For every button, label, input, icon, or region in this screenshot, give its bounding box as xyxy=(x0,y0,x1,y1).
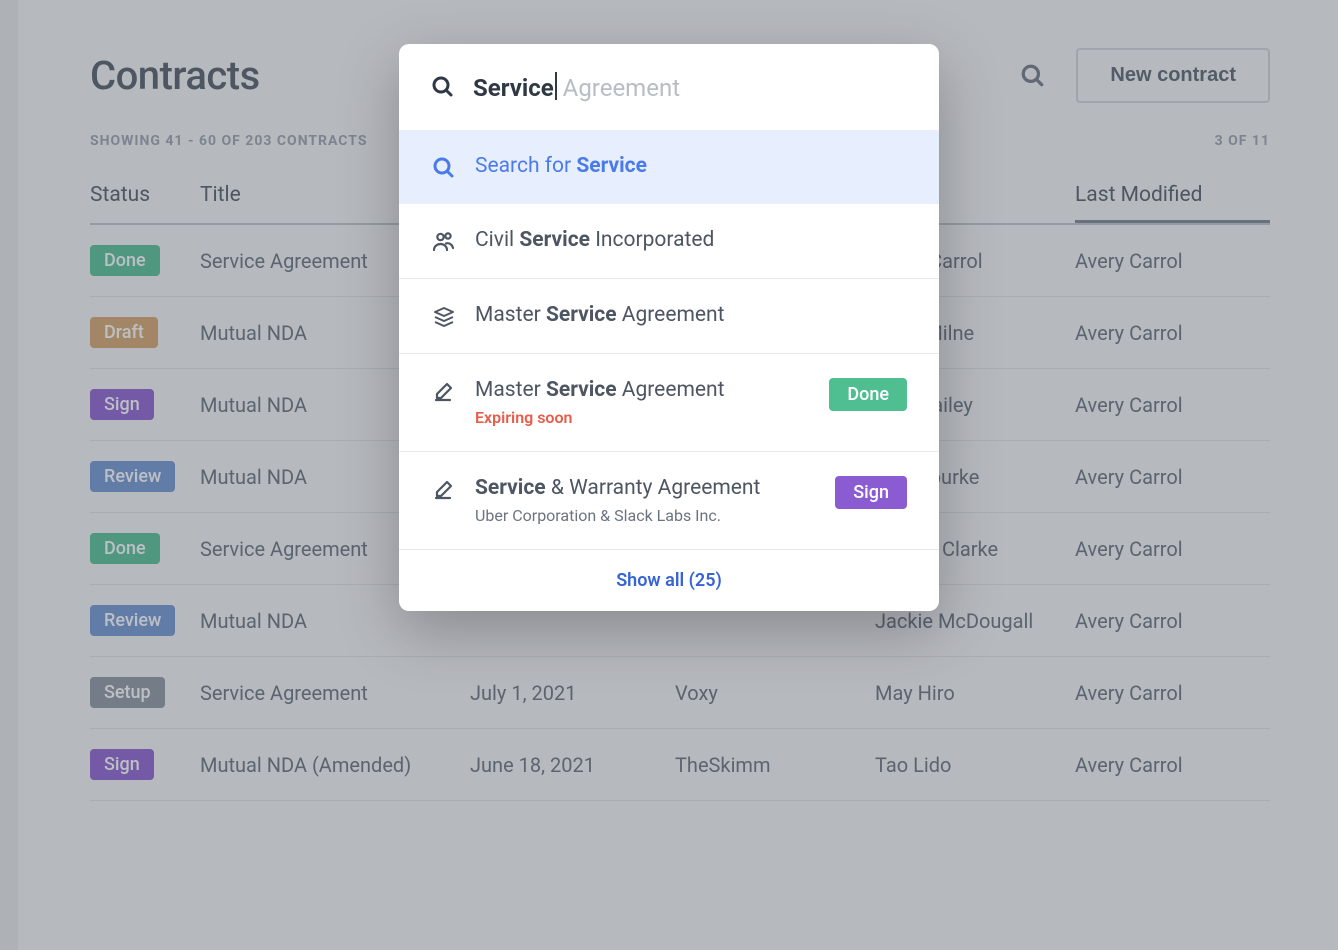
search-typed-text: Service xyxy=(473,74,554,102)
result-title: Civil Service Incorporated xyxy=(475,228,907,252)
search-result-item[interactable]: Civil Service Incorporated xyxy=(399,204,939,279)
search-results-list: Search for Service Civil Service Incorpo… xyxy=(399,130,939,550)
search-icon xyxy=(431,154,457,180)
search-icon xyxy=(431,75,455,99)
search-result-item[interactable]: Service & Warranty Agreement Uber Corpora… xyxy=(399,452,939,550)
status-badge: Sign xyxy=(835,476,907,509)
search-modal: Service Agreement Search for Service Civ… xyxy=(399,44,939,611)
contract-icon xyxy=(431,378,457,404)
search-result-item[interactable]: Master Service Agreement Expiring soon Don… xyxy=(399,354,939,452)
status-badge: Done xyxy=(829,378,907,411)
show-all-link[interactable]: Show all (25) xyxy=(399,550,939,611)
search-for-text: Search for Service xyxy=(475,154,907,178)
search-input[interactable]: Service Agreement xyxy=(473,72,907,102)
contract-icon xyxy=(431,476,457,502)
result-subtext: Uber Corporation & Slack Labs Inc. xyxy=(475,506,817,525)
result-title: Service & Warranty Agreement xyxy=(475,476,817,500)
contact-icon xyxy=(431,228,457,254)
result-subtext: Expiring soon xyxy=(475,408,811,427)
result-title: Master Service Agreement xyxy=(475,303,907,327)
search-result-item[interactable]: Master Service Agreement xyxy=(399,279,939,354)
search-input-row[interactable]: Service Agreement xyxy=(399,44,939,130)
search-ghost-suggestion: Agreement xyxy=(557,74,680,102)
search-for-item[interactable]: Search for Service xyxy=(399,130,939,204)
template-icon xyxy=(431,303,457,329)
result-title: Master Service Agreement xyxy=(475,378,811,402)
